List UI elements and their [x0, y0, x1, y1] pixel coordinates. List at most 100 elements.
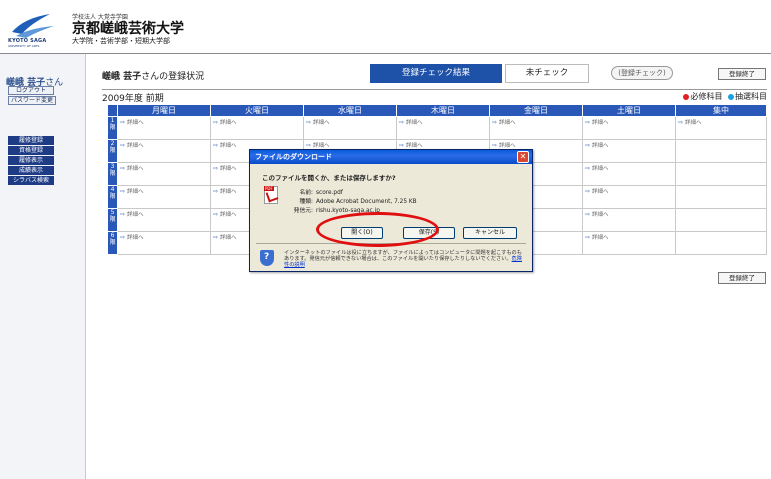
- timetable-cell: ⇨詳細へ: [117, 208, 211, 232]
- detail-link-label: 詳細へ: [592, 189, 609, 195]
- arrow-icon: ⇨: [213, 211, 219, 218]
- finish-registration-button[interactable]: 登録終了: [718, 68, 766, 80]
- detail-link[interactable]: ⇨詳細へ: [399, 119, 423, 126]
- arrow-icon: ⇨: [585, 211, 591, 218]
- tab-unchecked[interactable]: 未チェック: [505, 64, 589, 83]
- sidebar-item-course-display[interactable]: 履修表示: [8, 156, 54, 165]
- day-header: 月曜日: [117, 104, 211, 117]
- sidebar-item-grades[interactable]: 成績表示: [8, 166, 54, 175]
- arrow-icon: ⇨: [585, 165, 591, 172]
- sidebar-item-qualification-registration[interactable]: 資格登録: [8, 146, 54, 155]
- arrow-icon: ⇨: [492, 142, 498, 149]
- timetable-cell: [675, 231, 767, 255]
- detail-link[interactable]: ⇨詳細へ: [213, 188, 237, 195]
- detail-link[interactable]: ⇨詳細へ: [585, 234, 609, 241]
- annotation-highlight-ring: [316, 212, 439, 247]
- day-header: 火曜日: [210, 104, 304, 117]
- arrow-icon: ⇨: [213, 234, 219, 241]
- detail-link[interactable]: ⇨詳細へ: [585, 142, 609, 149]
- finish-registration-button-bottom[interactable]: 登録終了: [718, 272, 766, 284]
- timetable-cell: ⇨詳細へ: [303, 116, 397, 140]
- timetable-cell: ⇨詳細へ: [582, 208, 676, 232]
- arrow-icon: ⇨: [399, 142, 405, 149]
- file-type-label: 種類:: [299, 199, 313, 205]
- timetable-cell: ⇨詳細へ: [582, 116, 676, 140]
- timetable-cell: ⇨詳細へ: [117, 162, 211, 186]
- detail-link[interactable]: ⇨詳細へ: [213, 165, 237, 172]
- timetable-cell: [675, 139, 767, 163]
- page-title: 嵯峨 芸子さんの登録状況: [102, 69, 204, 82]
- detail-link[interactable]: ⇨詳細へ: [213, 234, 237, 241]
- detail-link[interactable]: ⇨詳細へ: [678, 119, 702, 126]
- detail-link-label: 詳細へ: [592, 143, 609, 149]
- period-label: 5限: [107, 208, 118, 232]
- sidebar: 嵯峨 芸子さん ログアウト パスワード変更 履修登録 資格登録 履修表示 成績表…: [0, 54, 86, 479]
- detail-link[interactable]: ⇨詳細へ: [213, 119, 237, 126]
- detail-link-label: 詳細へ: [127, 235, 144, 241]
- elective-dot-icon: [728, 93, 734, 100]
- sidebar-item-syllabus-search[interactable]: シラバス検索: [8, 176, 54, 185]
- detail-link-label: 詳細へ: [592, 166, 609, 172]
- timetable-cell: ⇨詳細へ: [582, 162, 676, 186]
- corner-cell: [107, 104, 118, 117]
- registration-check-button[interactable]: (登録チェック): [611, 66, 673, 80]
- detail-link-label: 詳細へ: [127, 143, 144, 149]
- day-header: 木曜日: [396, 104, 490, 117]
- arrow-icon: ⇨: [492, 119, 498, 126]
- detail-link[interactable]: ⇨詳細へ: [213, 211, 237, 218]
- detail-link[interactable]: ⇨詳細へ: [585, 165, 609, 172]
- detail-link-label: 詳細へ: [592, 235, 609, 241]
- arrow-icon: ⇨: [213, 119, 219, 126]
- detail-link-label: 詳細へ: [592, 212, 609, 218]
- security-warning-text: インターネットのファイルは役に立ちますが、ファイルによってはコンピュータに問題を…: [284, 250, 522, 263]
- password-change-button[interactable]: パスワード変更: [8, 96, 56, 105]
- logout-button[interactable]: ログアウト: [8, 86, 54, 95]
- detail-link-label: 詳細へ: [220, 189, 237, 195]
- legend-required: 必修科目: [690, 92, 723, 101]
- arrow-icon: ⇨: [306, 119, 312, 126]
- file-type-row: 種類: Adobe Acrobat Document, 7.25 KB: [286, 196, 416, 205]
- timetable-cell: ⇨詳細へ: [117, 185, 211, 209]
- timetable-header-row: 月曜日 火曜日 水曜日 木曜日 金曜日 土曜日 集中: [107, 104, 767, 117]
- detail-link-label: 詳細へ: [220, 143, 237, 149]
- arrow-icon: ⇨: [120, 234, 126, 241]
- detail-link-label: 詳細へ: [220, 120, 237, 126]
- tab-check-result[interactable]: 登録チェック結果: [370, 64, 502, 83]
- university-name: 京都嵯峨芸術大学: [72, 21, 184, 37]
- detail-link[interactable]: ⇨詳細へ: [585, 211, 609, 218]
- detail-link-label: 詳細へ: [220, 212, 237, 218]
- term-label: 2009年度 前期: [102, 94, 164, 104]
- detail-link-label: 詳細へ: [127, 189, 144, 195]
- sidebar-item-course-registration[interactable]: 履修登録: [8, 136, 54, 145]
- arrow-icon: ⇨: [306, 142, 312, 149]
- timetable-cell: ⇨詳細へ: [675, 116, 767, 140]
- detail-link[interactable]: ⇨詳細へ: [585, 188, 609, 195]
- pdf-badge-icon: PDF: [264, 186, 274, 191]
- detail-link[interactable]: ⇨詳細へ: [213, 142, 237, 149]
- detail-link[interactable]: ⇨詳細へ: [120, 165, 144, 172]
- legend: 必修科目 抽選科目: [680, 91, 767, 102]
- detail-link[interactable]: ⇨詳細へ: [492, 119, 516, 126]
- dialog-title-bar[interactable]: ファイルのダウンロード ✕: [250, 150, 532, 164]
- detail-link[interactable]: ⇨詳細へ: [306, 119, 330, 126]
- detail-link[interactable]: ⇨詳細へ: [120, 188, 144, 195]
- timetable-cell: ⇨詳細へ: [117, 139, 211, 163]
- arrow-icon: ⇨: [120, 188, 126, 195]
- detail-link[interactable]: ⇨詳細へ: [585, 119, 609, 126]
- detail-link[interactable]: ⇨詳細へ: [120, 211, 144, 218]
- detail-link[interactable]: ⇨詳細へ: [120, 119, 144, 126]
- detail-link[interactable]: ⇨詳細へ: [120, 234, 144, 241]
- cancel-button[interactable]: キャンセル: [463, 227, 517, 239]
- timetable-cell: ⇨詳細へ: [489, 116, 583, 140]
- site-header: KYOTO SAGA UNIVERSITY OF ARTS 学校法人 大覚寺学園…: [0, 0, 771, 52]
- day-header: 集中: [675, 104, 767, 117]
- detail-link[interactable]: ⇨詳細へ: [120, 142, 144, 149]
- arrow-icon: ⇨: [120, 165, 126, 172]
- timetable-cell: [675, 162, 767, 186]
- close-icon[interactable]: ✕: [517, 151, 529, 163]
- title-suffix: さんの登録状況: [141, 72, 205, 82]
- arrow-icon: ⇨: [585, 142, 591, 149]
- day-header: 金曜日: [489, 104, 583, 117]
- timetable-cell: ⇨詳細へ: [210, 116, 304, 140]
- period-label: 1限: [107, 116, 118, 140]
